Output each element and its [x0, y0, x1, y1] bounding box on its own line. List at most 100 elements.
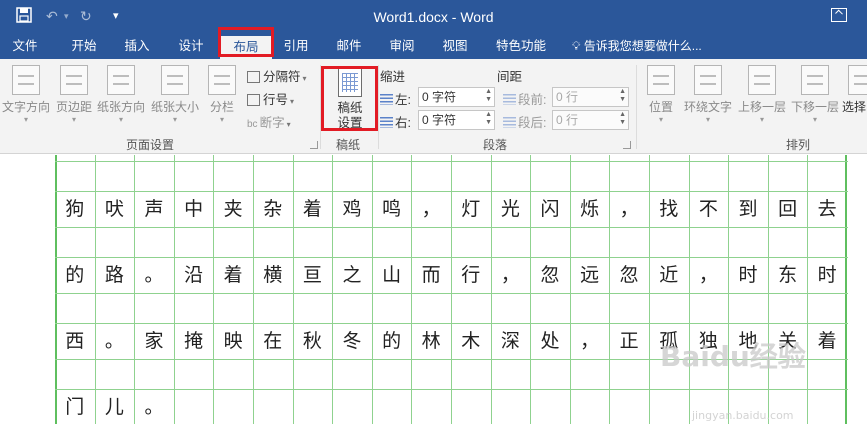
- grid-character: 。: [144, 264, 164, 286]
- indent-right-input[interactable]: 0 字符 ▲ ▼: [418, 110, 495, 130]
- tab-home[interactable]: 开始: [58, 34, 110, 59]
- tell-me-box[interactable]: 💡︎ 告诉我您想要做什么...: [572, 34, 702, 59]
- indent-left-input[interactable]: 0 字符 ▲ ▼: [418, 87, 495, 107]
- grid-character: 西: [65, 330, 85, 352]
- grid-character: 儿: [104, 396, 124, 418]
- grid-character: 亘: [302, 264, 322, 286]
- indent-right-label: 右:: [380, 112, 411, 131]
- customize-qat-icon[interactable]: ▾: [113, 7, 119, 25]
- group-divider: [378, 65, 379, 149]
- tab-design[interactable]: 设计: [166, 34, 216, 59]
- spinner-arrows-icon[interactable]: ▲ ▼: [619, 88, 626, 104]
- grid-character: 冬: [342, 330, 362, 352]
- breaks-button[interactable]: 分隔符 ▾: [247, 66, 307, 85]
- grid-character: 鸣: [382, 198, 402, 220]
- text-direction-button[interactable]: 文字方向 ▾: [2, 65, 50, 125]
- orientation-icon: [107, 65, 135, 95]
- spacing-after-label: 段后:: [503, 112, 546, 131]
- page-setup-group-label: 页面设置: [125, 138, 174, 152]
- spacing-before-input[interactable]: 0 行 ▲ ▼: [552, 87, 629, 107]
- grid-character: 沿: [184, 264, 204, 286]
- spinner-arrows-icon[interactable]: ▲ ▼: [485, 88, 492, 104]
- grid-character: ，: [698, 264, 718, 286]
- grid-character: 回: [778, 198, 798, 220]
- wrap-text-icon: [694, 65, 722, 95]
- tab-insert[interactable]: 插入: [112, 34, 162, 59]
- tab-mailings[interactable]: 邮件: [325, 34, 373, 59]
- position-icon: [647, 65, 675, 95]
- grid-character: 光: [500, 198, 520, 220]
- save-icon[interactable]: [16, 7, 32, 27]
- grid-character: 掩: [184, 330, 204, 352]
- select-icon: [848, 65, 867, 95]
- spacing-after-icon: [503, 117, 516, 128]
- tab-view[interactable]: 视图: [431, 34, 479, 59]
- tab-references[interactable]: 引用: [272, 34, 320, 59]
- arrange-group-label: 排列: [785, 138, 810, 152]
- undo-dropdown-icon[interactable]: ▾: [64, 7, 69, 25]
- grid-character: 的: [65, 264, 85, 286]
- grid-character: ，: [500, 264, 520, 286]
- grid-character: 时: [817, 264, 837, 286]
- text-direction-icon: [12, 65, 40, 95]
- grid-character: 山: [382, 264, 402, 286]
- orientation-button[interactable]: 纸张方向 ▾: [96, 65, 146, 125]
- paragraph-launcher-icon[interactable]: [623, 141, 631, 149]
- grid-character: 深: [500, 330, 520, 352]
- ribbon-tabs: 文件 开始 插入 设计 布局 引用 邮件 审阅 视图 特色功能 💡︎ 告诉我您想…: [0, 34, 867, 59]
- hyphenation-button[interactable]: bc 断字 ▾: [247, 112, 291, 131]
- bring-forward-icon: [748, 65, 776, 95]
- grid-character: 着: [817, 330, 837, 352]
- redo-icon[interactable]: ↻: [80, 7, 92, 25]
- size-button[interactable]: 纸张大小 ▾: [150, 65, 200, 125]
- grid-character: ，: [421, 198, 441, 220]
- manuscript-grid[interactable]: 狗吠声中夹杂着鸡鸣，灯光闪烁，找不到回去的路。沿着横亘之山而行，忽远忽近，时东时…: [55, 155, 848, 424]
- grid-character: 着: [302, 198, 322, 220]
- page-setup-launcher-icon[interactable]: [310, 141, 318, 149]
- spacing-before-icon: [503, 94, 516, 105]
- ribbon-display-options-icon[interactable]: [831, 8, 847, 22]
- grid-character: 映: [223, 330, 243, 352]
- spacing-after-input[interactable]: 0 行 ▲ ▼: [552, 110, 629, 130]
- document-area[interactable]: 狗吠声中夹杂着鸡鸣，灯光闪烁，找不到回去的路。沿着横亘之山而行，忽远忽近，时东时…: [0, 155, 867, 424]
- wrap-text-button[interactable]: 环绕文字 ▾: [683, 65, 733, 125]
- grid-row-line: [55, 389, 848, 390]
- grid-character: 中: [184, 198, 204, 220]
- grid-character: 鸡: [342, 198, 362, 220]
- margins-icon: [60, 65, 88, 95]
- grid-character: 声: [144, 198, 164, 220]
- select-button[interactable]: 选择: [842, 65, 867, 115]
- line-numbers-icon: [247, 94, 260, 106]
- columns-button[interactable]: 分栏 ▾: [205, 65, 239, 125]
- spinner-arrows-icon[interactable]: ▲ ▼: [619, 111, 626, 127]
- grid-character: 的: [382, 330, 402, 352]
- grid-character: 灯: [461, 198, 481, 220]
- bring-forward-button[interactable]: 上移一层 ▾: [737, 65, 787, 125]
- grid-character: 狗: [65, 198, 85, 220]
- tab-file[interactable]: 文件: [0, 34, 50, 59]
- grid-character: 忽: [540, 264, 560, 286]
- send-backward-icon: [801, 65, 829, 95]
- paragraph-group-label: 段落: [482, 138, 507, 152]
- undo-icon[interactable]: ↶: [46, 7, 58, 25]
- send-backward-button[interactable]: 下移一层 ▾: [790, 65, 840, 125]
- group-divider: [636, 65, 637, 149]
- grid-character: 横: [263, 264, 283, 286]
- manuscript-group-label: 稿纸: [335, 138, 360, 152]
- grid-character: 忽: [619, 264, 639, 286]
- indent-right-icon: [380, 117, 393, 128]
- tab-special-features[interactable]: 特色功能: [486, 34, 556, 59]
- grid-character: 关: [778, 330, 798, 352]
- manuscript-settings-highlight: [321, 66, 378, 131]
- grid-character: 正: [619, 330, 639, 352]
- position-button[interactable]: 位置 ▾: [643, 65, 679, 125]
- margins-button[interactable]: 页边距 ▾: [54, 65, 94, 125]
- grid-character: 近: [659, 264, 679, 286]
- grid-character: 找: [659, 198, 679, 220]
- grid-character: 门: [65, 396, 85, 418]
- grid-character: 。: [104, 330, 124, 352]
- grid-character: 闪: [540, 198, 560, 220]
- line-numbers-button[interactable]: 行号 ▾: [247, 89, 294, 108]
- tab-review[interactable]: 审阅: [378, 34, 426, 59]
- spinner-arrows-icon[interactable]: ▲ ▼: [485, 111, 492, 127]
